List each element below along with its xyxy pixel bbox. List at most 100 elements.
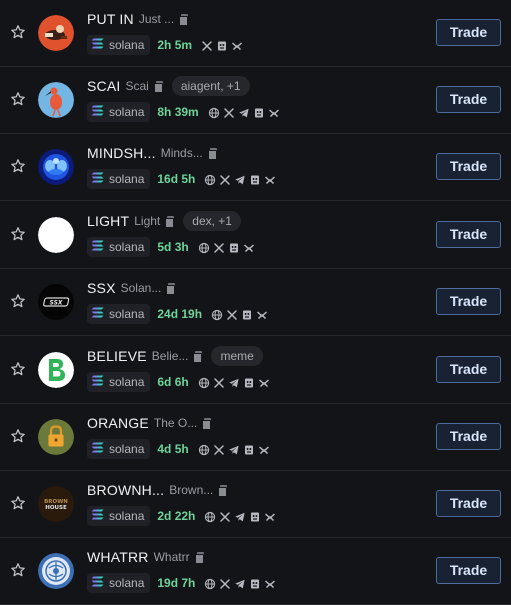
- token-meta-line: solana 16d 5h: [87, 169, 276, 189]
- dexscreener-icon[interactable]: [264, 510, 276, 522]
- token-row[interactable]: ORANGE The O... solana 4d 5h Trade: [0, 404, 511, 471]
- x-icon[interactable]: [219, 577, 231, 589]
- globe-icon[interactable]: [198, 443, 210, 456]
- pumpfun-icon[interactable]: [228, 241, 240, 253]
- copy-icon[interactable]: [218, 485, 228, 497]
- copy-icon[interactable]: [207, 148, 217, 160]
- dexscreener-icon[interactable]: [258, 376, 270, 388]
- token-name: Brown...: [169, 483, 214, 497]
- dexscreener-icon[interactable]: [243, 241, 255, 253]
- telegram-icon[interactable]: [238, 106, 250, 118]
- dexscreener-icon[interactable]: [264, 173, 276, 185]
- token-ticker: MINDSH...: [87, 145, 156, 161]
- chain-label: solana: [109, 38, 145, 52]
- telegram-icon[interactable]: [234, 577, 246, 589]
- globe-icon[interactable]: [198, 241, 210, 254]
- telegram-icon[interactable]: [234, 173, 246, 185]
- token-row[interactable]: WHATRR Whatrr solana 19d 7h Trade: [0, 538, 511, 605]
- x-icon[interactable]: [213, 443, 225, 455]
- globe-icon[interactable]: [204, 173, 216, 186]
- chain-badge: solana: [87, 573, 151, 593]
- solana-icon: [91, 38, 109, 52]
- favorite-star-icon[interactable]: [10, 91, 26, 107]
- token-row[interactable]: MINDSH... Minds... solana 16d 5h Trade: [0, 134, 511, 201]
- globe-icon[interactable]: [211, 308, 223, 321]
- x-icon[interactable]: [226, 308, 238, 320]
- token-age: 16d 5h: [157, 172, 196, 186]
- token-row[interactable]: SSX SSX Solan... solana 24d 19h Trade: [0, 269, 511, 336]
- trade-button[interactable]: Trade: [436, 19, 501, 46]
- globe-icon[interactable]: [198, 376, 210, 389]
- copy-icon[interactable]: [194, 552, 204, 564]
- telegram-icon[interactable]: [228, 443, 240, 455]
- x-icon[interactable]: [213, 376, 225, 388]
- pumpfun-icon[interactable]: [249, 577, 261, 589]
- token-row[interactable]: SCAI Scai aiagent, +1 solana 8h 39m Trade: [0, 67, 511, 134]
- globe-icon[interactable]: [204, 510, 216, 523]
- favorite-star-icon[interactable]: [10, 428, 26, 444]
- social-links: [201, 510, 276, 523]
- token-row[interactable]: BROWN HOUSE BROWNH... Brown... solana 2d 22h T…: [0, 471, 511, 538]
- token-row[interactable]: BELIEVE Belie... meme solana 6d 6h Trade: [0, 337, 511, 404]
- pumpfun-icon[interactable]: [253, 106, 265, 118]
- pumpfun-icon[interactable]: [249, 173, 261, 185]
- solana-icon: [91, 442, 109, 456]
- x-icon[interactable]: [219, 173, 231, 185]
- trade-button[interactable]: Trade: [436, 288, 501, 315]
- x-icon[interactable]: [223, 106, 235, 118]
- pumpfun-icon[interactable]: [243, 376, 255, 388]
- trade-button[interactable]: Trade: [436, 153, 501, 180]
- token-name: Scai: [125, 79, 149, 93]
- dexscreener-icon[interactable]: [264, 577, 276, 589]
- telegram-icon[interactable]: [234, 510, 246, 522]
- trade-button[interactable]: Trade: [436, 221, 501, 248]
- token-title-line: SCAI Scai aiagent, +1: [87, 76, 250, 96]
- favorite-star-icon[interactable]: [10, 361, 26, 377]
- brownhouse-logo-bottom: HOUSE: [45, 505, 67, 511]
- dexscreener-icon[interactable]: [231, 39, 243, 51]
- copy-icon[interactable]: [193, 351, 203, 363]
- globe-icon[interactable]: [204, 577, 216, 590]
- copy-icon[interactable]: [202, 418, 212, 430]
- favorite-star-icon[interactable]: [10, 24, 26, 40]
- trade-button[interactable]: Trade: [436, 557, 501, 584]
- favorite-star-icon[interactable]: [10, 562, 26, 578]
- trade-button[interactable]: Trade: [436, 86, 501, 113]
- pumpfun-icon[interactable]: [241, 308, 253, 320]
- token-name: Minds...: [160, 146, 203, 160]
- x-icon[interactable]: [201, 39, 213, 51]
- chain-label: solana: [109, 576, 145, 590]
- copy-icon[interactable]: [165, 216, 175, 228]
- dexscreener-icon[interactable]: [258, 443, 270, 455]
- trade-button[interactable]: Trade: [436, 423, 501, 450]
- copy-icon[interactable]: [153, 81, 163, 93]
- token-row[interactable]: LIGHT Light dex, +1 solana 5d 3h Trade: [0, 202, 511, 269]
- white-circle-avatar: [38, 217, 74, 253]
- trade-button[interactable]: Trade: [436, 490, 501, 517]
- favorite-star-icon[interactable]: [10, 495, 26, 511]
- token-name: Light: [134, 214, 161, 228]
- token-title-line: LIGHT Light dex, +1: [87, 211, 241, 231]
- copy-icon[interactable]: [166, 283, 176, 295]
- token-tag: aiagent, +1: [171, 76, 250, 96]
- favorite-star-icon[interactable]: [10, 158, 26, 174]
- token-row[interactable]: PUT IN Just ... solana 2h 5m Trade: [0, 0, 511, 67]
- chain-badge: solana: [87, 304, 151, 324]
- globe-icon[interactable]: [208, 106, 220, 119]
- pumpfun-icon[interactable]: [249, 510, 261, 522]
- chain-label: solana: [109, 442, 145, 456]
- dexscreener-icon[interactable]: [268, 106, 280, 118]
- token-age: 2d 22h: [157, 509, 196, 523]
- telegram-icon[interactable]: [228, 376, 240, 388]
- favorite-star-icon[interactable]: [10, 226, 26, 242]
- x-icon[interactable]: [219, 510, 231, 522]
- token-age: 4d 5h: [157, 442, 189, 456]
- trade-button[interactable]: Trade: [436, 356, 501, 383]
- copy-icon[interactable]: [179, 14, 189, 26]
- x-icon[interactable]: [213, 241, 225, 253]
- favorite-star-icon[interactable]: [10, 293, 26, 309]
- pumpfun-icon[interactable]: [243, 443, 255, 455]
- dexscreener-icon[interactable]: [256, 308, 268, 320]
- pumpfun-icon[interactable]: [216, 39, 228, 51]
- believe-avatar: [38, 352, 74, 388]
